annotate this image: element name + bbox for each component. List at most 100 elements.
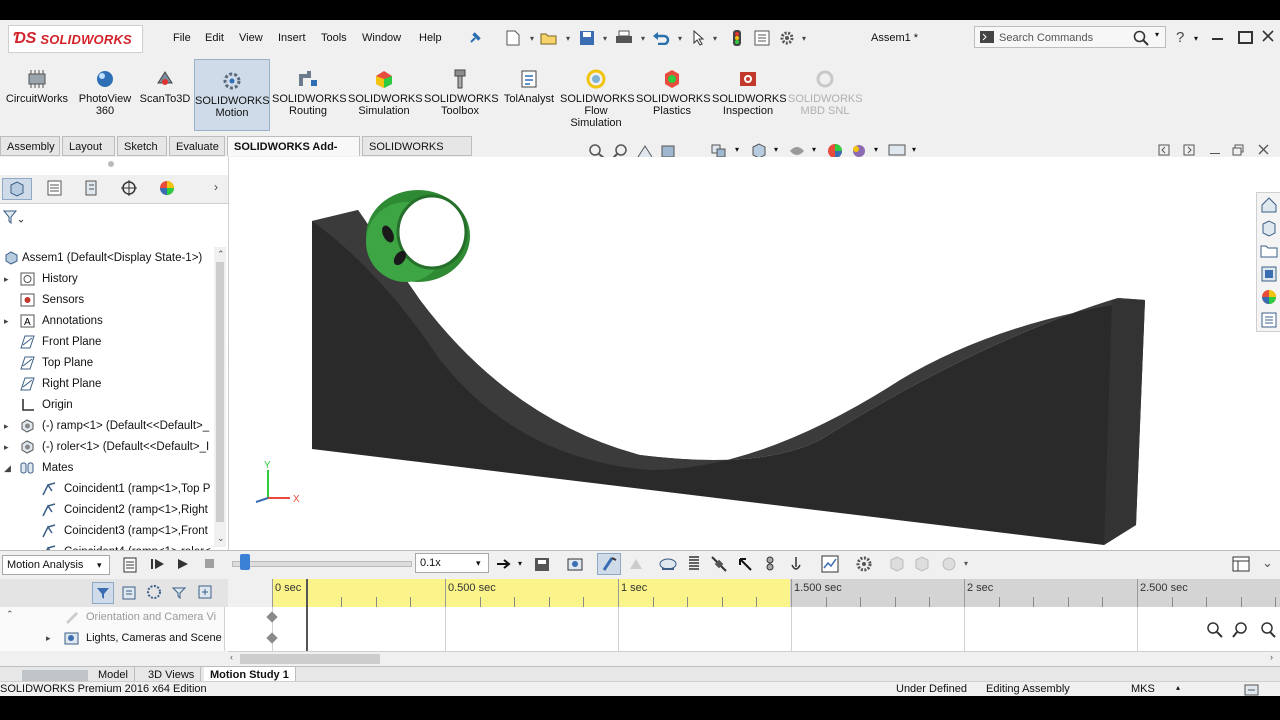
- solidworks-inspection-button[interactable]: SOLIDWORKS Inspection: [712, 58, 787, 134]
- solidworks-logo[interactable]: ƊS SOLIDWORKS: [8, 25, 143, 53]
- tab-evaluate[interactable]: Evaluate: [169, 136, 225, 156]
- select-icon[interactable]: [690, 29, 708, 47]
- chevron-down-icon[interactable]: ▾: [735, 145, 739, 154]
- collapse-icon[interactable]: ⌃: [6, 609, 14, 620]
- design-library-icon[interactable]: [1260, 219, 1278, 237]
- timeline-scroll-thumb[interactable]: [240, 654, 380, 664]
- file-properties-icon[interactable]: [753, 29, 771, 47]
- menu-help[interactable]: Help: [419, 32, 442, 44]
- chevron-down-icon[interactable]: ▾: [678, 34, 682, 43]
- spring-icon[interactable]: [686, 555, 702, 573]
- chevron-down-icon[interactable]: ▾: [964, 559, 968, 568]
- minimize-icon[interactable]: [1212, 38, 1223, 40]
- configuration-manager-tab[interactable]: [77, 178, 107, 200]
- dimxpert-manager-tab[interactable]: [115, 178, 145, 200]
- chevron-down-icon[interactable]: ▾: [530, 34, 534, 43]
- tab-assembly[interactable]: Assembly: [0, 136, 60, 156]
- time-bar[interactable]: [306, 579, 308, 651]
- maximize-icon[interactable]: [1238, 31, 1253, 44]
- playback-slider-thumb[interactable]: [240, 554, 250, 570]
- photoview-button[interactable]: PhotoView 360: [73, 58, 137, 134]
- options-gear-icon[interactable]: [778, 29, 796, 47]
- chevron-down-icon[interactable]: ▾: [518, 559, 522, 568]
- save-animation-icon[interactable]: [533, 555, 551, 573]
- study-type-select[interactable]: Motion Analysis ▾: [2, 555, 110, 575]
- chevron-down-icon[interactable]: ▾: [774, 145, 778, 154]
- tree-item[interactable]: Front Plane: [0, 332, 214, 352]
- chevron-down-icon[interactable]: ▾: [874, 145, 878, 154]
- menu-insert[interactable]: Insert: [278, 32, 306, 44]
- menu-tools[interactable]: Tools: [321, 32, 347, 44]
- motion-study-properties-icon[interactable]: [855, 555, 873, 573]
- motor-icon[interactable]: [658, 555, 678, 573]
- zoom-out-timeline-icon[interactable]: [1258, 621, 1276, 639]
- stop-icon[interactable]: [204, 558, 216, 570]
- rebuild-icon[interactable]: [728, 29, 746, 47]
- collapse-motionmanager-icon[interactable]: ⌄: [1262, 555, 1273, 571]
- solidworks-simulation-button[interactable]: SOLIDWORKS Simulation: [348, 58, 423, 134]
- gravity-icon[interactable]: [788, 555, 804, 573]
- filter-selected-icon[interactable]: [145, 583, 165, 603]
- panel-grip-icon[interactable]: [108, 161, 114, 167]
- zoom-in-timeline-icon[interactable]: [1206, 621, 1224, 639]
- tree-item[interactable]: Top Plane: [0, 353, 214, 373]
- chevron-up-icon[interactable]: ▴: [1176, 683, 1180, 692]
- doc-minimize-icon[interactable]: [1210, 153, 1220, 154]
- damper-icon[interactable]: [710, 555, 728, 573]
- tolanalyst-button[interactable]: TolAnalyst: [500, 58, 558, 134]
- filter-results-icon[interactable]: [170, 583, 190, 603]
- scanto3d-button[interactable]: ScanTo3D: [138, 58, 192, 134]
- chevron-down-icon[interactable]: ▾: [912, 145, 916, 154]
- new-document-icon[interactable]: [504, 29, 522, 47]
- home-icon[interactable]: [1260, 196, 1278, 214]
- filter-icon[interactable]: [2, 209, 25, 228]
- playback-slider[interactable]: [232, 561, 412, 567]
- play-icon[interactable]: [176, 557, 190, 571]
- menu-window[interactable]: Window: [362, 32, 401, 44]
- timeline-grid[interactable]: [224, 607, 1280, 651]
- expand-triangle-icon[interactable]: ▸: [4, 437, 9, 457]
- search-mode-icon[interactable]: [980, 31, 994, 43]
- scroll-left-icon[interactable]: ‹: [230, 652, 233, 662]
- play-from-start-icon[interactable]: [150, 557, 166, 571]
- menu-file[interactable]: File: [173, 32, 191, 44]
- circuitworks-button[interactable]: CircuitWorks: [3, 58, 71, 134]
- chevron-right-icon[interactable]: ›: [214, 180, 218, 194]
- tree-item[interactable]: ◢ Mates: [0, 458, 214, 478]
- appearances-scenes-icon[interactable]: [1260, 288, 1278, 306]
- tree-item[interactable]: ▸ A Annotations: [0, 311, 214, 331]
- expand-triangle-icon[interactable]: ▸: [4, 311, 9, 331]
- tree-item[interactable]: ▸ (-) ramp<1> (Default<<Default>_: [0, 416, 214, 436]
- scroll-down-icon[interactable]: ⌄: [217, 533, 225, 544]
- doc-restore-icon[interactable]: [1232, 144, 1244, 156]
- collapse-triangle-icon[interactable]: ◢: [4, 458, 11, 478]
- property-manager-tab[interactable]: [40, 178, 70, 200]
- file-explorer-icon[interactable]: [1260, 242, 1278, 260]
- scroll-up-icon[interactable]: ⌃: [217, 249, 225, 260]
- contact-icon[interactable]: [762, 555, 778, 573]
- pin-icon[interactable]: [466, 29, 484, 47]
- tree-item[interactable]: ▸ History: [0, 269, 214, 289]
- chevron-down-icon[interactable]: ▾: [1155, 30, 1159, 39]
- chevron-down-icon[interactable]: ▾: [713, 34, 717, 43]
- add-key-icon[interactable]: [626, 555, 644, 573]
- doc-close-icon[interactable]: [1258, 144, 1269, 155]
- customize-status-icon[interactable]: [1244, 683, 1260, 696]
- tree-item[interactable]: ▸ (-) roler<1> (Default<<Default>_I: [0, 437, 214, 457]
- save-icon[interactable]: [578, 29, 596, 47]
- chevron-down-icon[interactable]: ▾: [603, 34, 607, 43]
- tree-item[interactable]: Sensors: [0, 290, 214, 310]
- restore-left-icon[interactable]: [1158, 144, 1170, 156]
- search-input[interactable]: Search Commands: [999, 32, 1093, 44]
- view-palette-icon[interactable]: [1260, 265, 1278, 283]
- expand-triangle-icon[interactable]: ▸: [46, 628, 51, 648]
- open-icon[interactable]: [540, 29, 558, 47]
- tree-item[interactable]: Coincident3 (ramp<1>,Front: [0, 521, 214, 541]
- expand-all-icon[interactable]: [196, 583, 216, 603]
- calculate-icon[interactable]: [122, 556, 140, 574]
- menu-edit[interactable]: Edit: [205, 32, 224, 44]
- close-icon[interactable]: [1262, 30, 1274, 42]
- chevron-down-icon[interactable]: ▾: [1194, 34, 1198, 43]
- playback-mode-arrow-icon[interactable]: [496, 557, 512, 571]
- filter-animated-icon[interactable]: [92, 582, 114, 604]
